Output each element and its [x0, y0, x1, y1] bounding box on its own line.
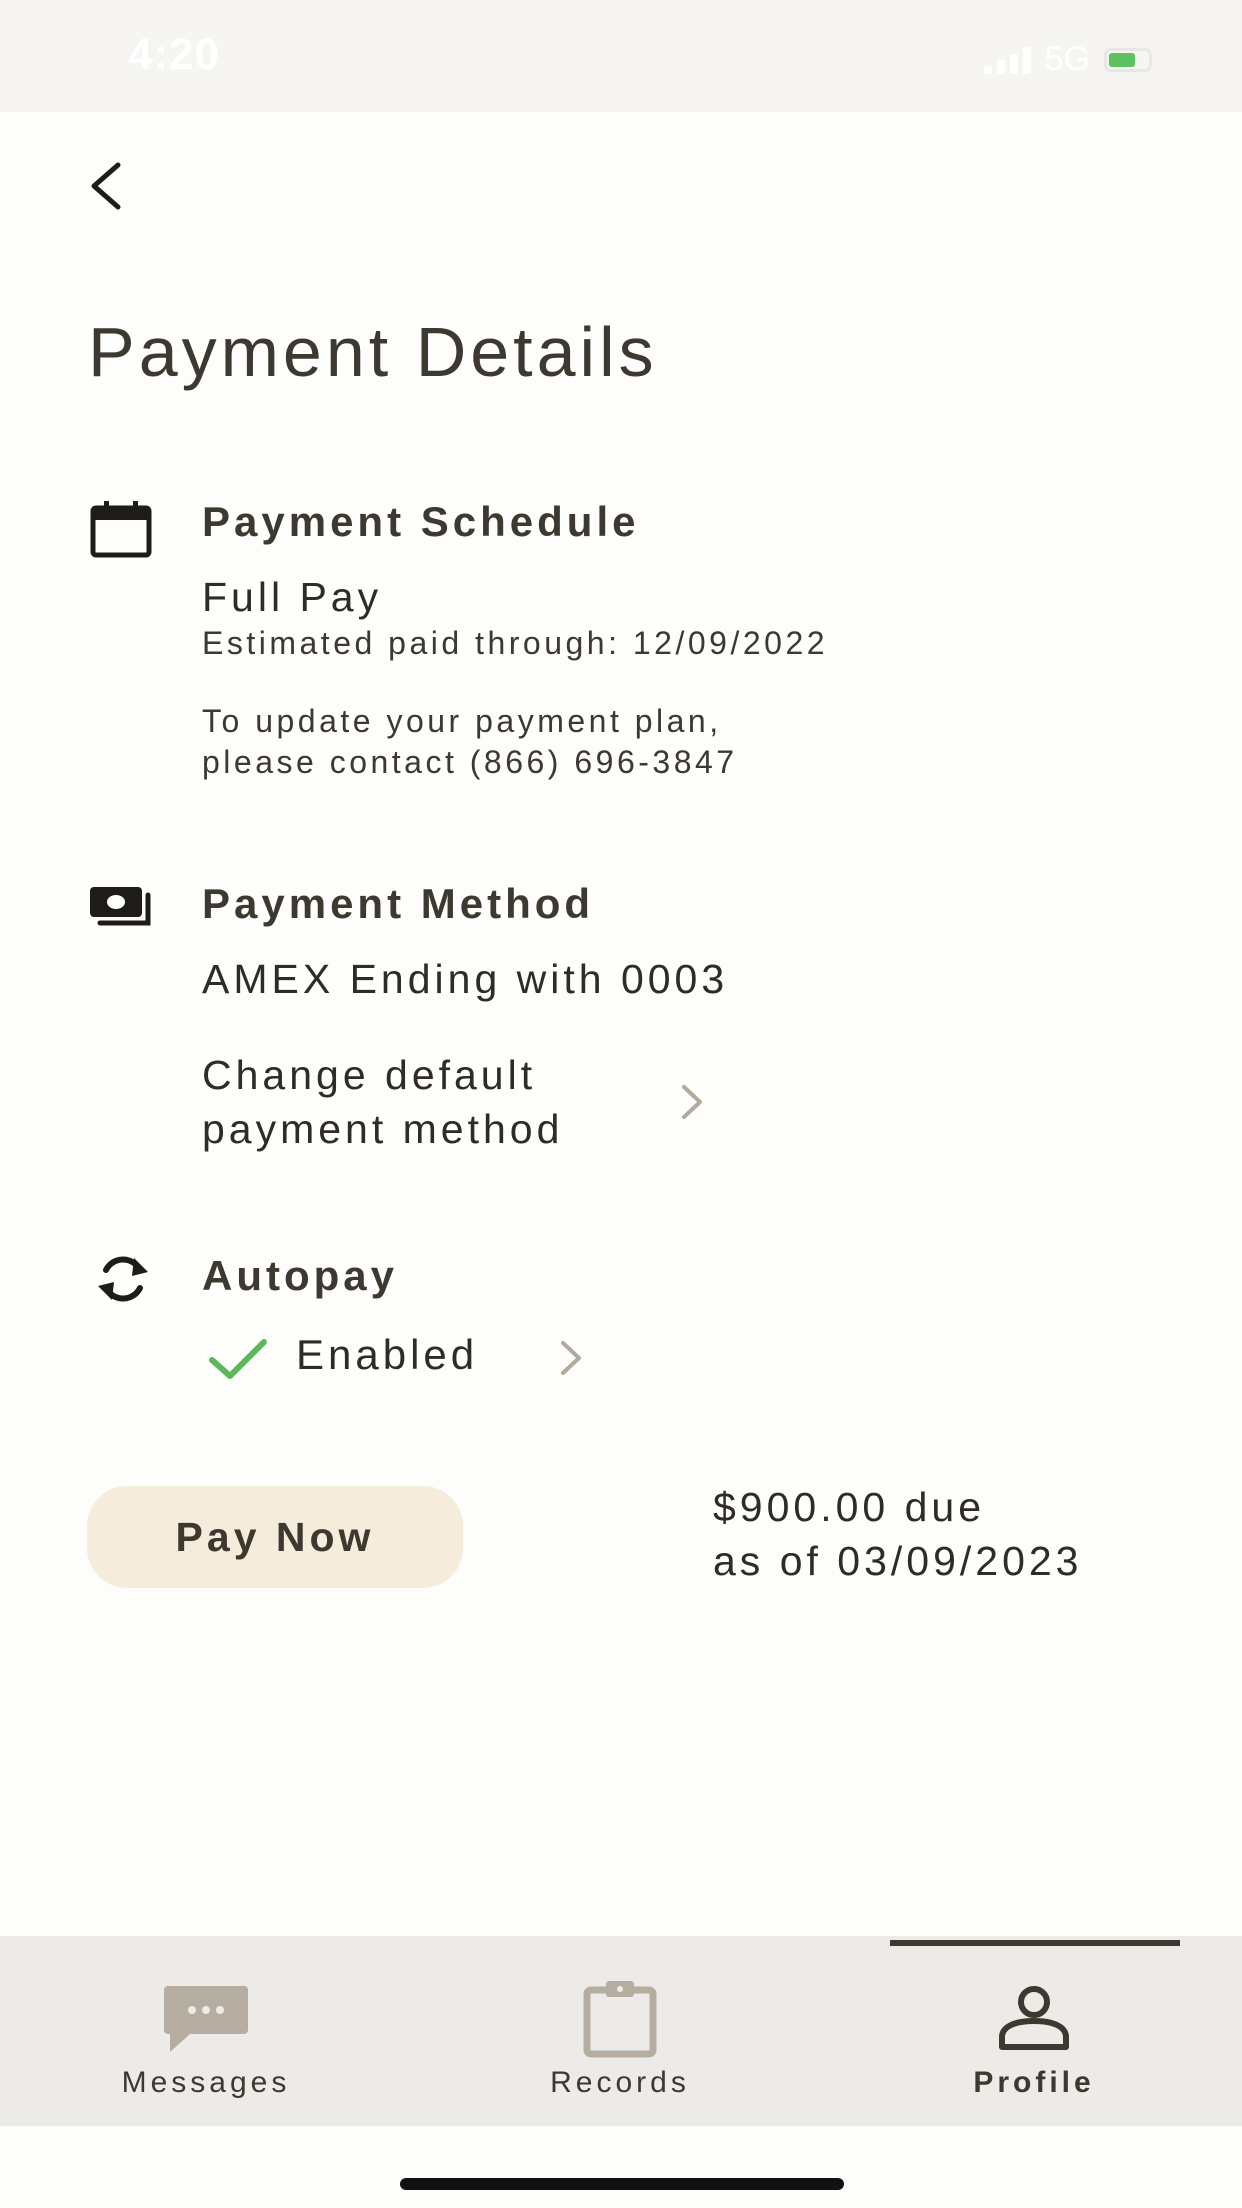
payment-method-heading: Payment Method	[202, 880, 595, 927]
autopay-heading: Autopay	[202, 1252, 398, 1299]
tab-label-profile: Profile	[973, 2066, 1095, 2099]
pay-now-button[interactable]: Pay Now	[87, 1486, 463, 1588]
tab-label-messages: Messages	[121, 2066, 291, 2099]
chevron-right-icon[interactable]	[677, 1082, 707, 1122]
battery-icon	[1104, 47, 1152, 72]
tab-label-records: Records	[550, 2066, 690, 2099]
change-payment-method-link[interactable]: Change default payment method	[202, 1048, 672, 1156]
autopay-status[interactable]: Enabled	[296, 1331, 478, 1379]
network-label: 5G	[1044, 40, 1090, 78]
calendar-icon	[88, 496, 154, 562]
tab-messages[interactable]: Messages	[56, 1936, 356, 2126]
check-icon	[209, 1339, 267, 1379]
sync-icon	[90, 1246, 156, 1312]
change-method-line2: payment method	[202, 1106, 564, 1152]
tab-records[interactable]: Records	[470, 1936, 770, 2126]
chat-bubble-icon	[161, 1978, 251, 2058]
back-button[interactable]	[78, 158, 134, 214]
clipboard-icon	[575, 1978, 665, 2058]
change-method-line1: Change default	[202, 1052, 537, 1098]
card-on-file-text: AMEX Ending with 0003	[202, 956, 729, 1002]
paid-through-text: Estimated paid through: 12/09/2022	[202, 625, 829, 661]
page-title: Payment Details	[88, 313, 658, 391]
tab-profile[interactable]: Profile	[884, 1936, 1184, 2126]
amount-due-line2: as of 03/09/2023	[713, 1538, 1083, 1584]
amount-due-text: $900.00 due as of 03/09/2023	[713, 1480, 1082, 1588]
status-time: 4:20	[128, 30, 221, 79]
cash-icon	[88, 874, 154, 940]
update-plan-text-line1: To update your payment plan,	[202, 703, 722, 739]
signal-icon	[983, 46, 1031, 74]
chevron-left-icon	[91, 162, 121, 210]
home-indicator-area	[0, 2126, 1242, 2208]
person-icon	[989, 1978, 1079, 2058]
status-bar: 4:20 5G	[0, 0, 1242, 112]
amount-due-line1: $900.00 due	[713, 1484, 986, 1530]
update-plan-text-line2: please contact (866) 696-3847	[202, 744, 738, 780]
payment-plan-value: Full Pay	[202, 574, 383, 620]
chevron-right-icon[interactable]	[556, 1338, 586, 1378]
payment-schedule-heading: Payment Schedule	[202, 498, 640, 545]
home-indicator[interactable]	[400, 2178, 844, 2190]
status-indicators: 5G	[983, 40, 1152, 79]
